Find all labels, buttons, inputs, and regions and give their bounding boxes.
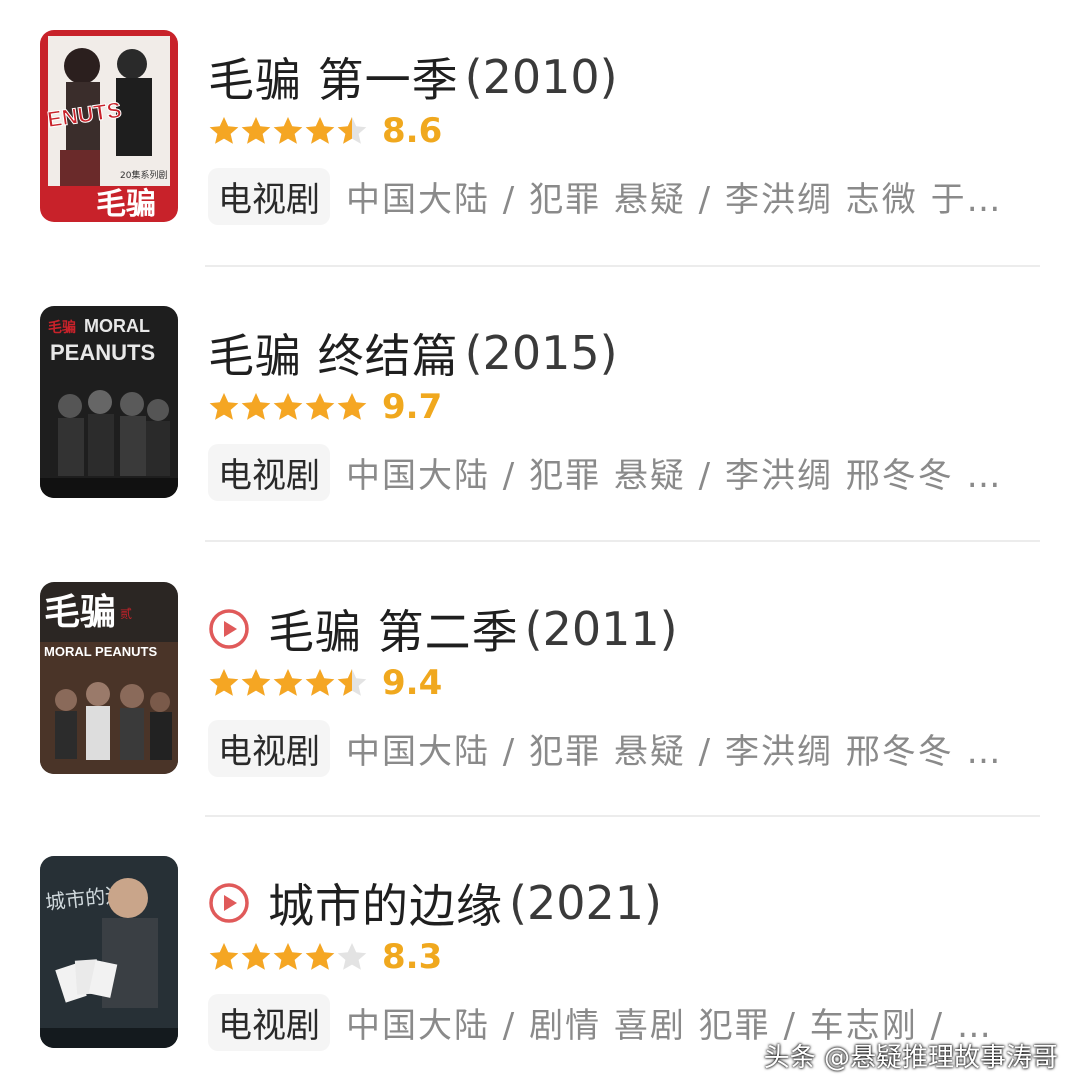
divider bbox=[205, 265, 1040, 267]
star-full-icon bbox=[209, 943, 239, 970]
star-full-icon bbox=[305, 943, 335, 970]
poster-image[interactable]: 毛骗 MORAL PEANUTS bbox=[40, 306, 178, 498]
category-tag: 电视剧 bbox=[208, 719, 330, 777]
meta-row: 电视剧 中国大陆 / 犯罪 悬疑 / 李洪绸 邢冬冬 … bbox=[208, 443, 1003, 501]
star-full-icon bbox=[209, 669, 239, 696]
star-full-icon bbox=[337, 393, 367, 420]
title-row: 毛骗 第二季 (2011) bbox=[208, 594, 678, 664]
watermark: 头条 @悬疑推理故事涛哥 bbox=[763, 1043, 1058, 1073]
title-row: 毛骗 第一季 (2010) bbox=[208, 42, 618, 112]
item-title[interactable]: 毛骗 终结篇 bbox=[208, 320, 459, 386]
divider bbox=[205, 540, 1040, 542]
star-full-icon bbox=[305, 669, 335, 696]
poster-badge-text: 贰 bbox=[120, 606, 132, 621]
item-meta: 中国大陆 / 犯罪 悬疑 / 李洪绸 志微 于… bbox=[346, 179, 1003, 220]
poster-badge-text: 毛骗 bbox=[48, 319, 76, 336]
list-item[interactable]: ENUTS 20集系列剧 毛骗 毛骗 第一季 (2010) 8.6 电视剧 中国… bbox=[0, 30, 1080, 230]
star-rating bbox=[208, 667, 368, 699]
title-row: 城市的边缘 (2021) bbox=[208, 868, 662, 938]
star-full-icon bbox=[305, 393, 335, 420]
star-full-icon bbox=[241, 117, 271, 144]
star-full-icon bbox=[209, 393, 239, 420]
poster-caption: 20集系列剧 bbox=[120, 169, 167, 181]
star-full-icon bbox=[209, 117, 239, 144]
rating-row: 8.3 bbox=[208, 934, 442, 980]
star-rating bbox=[208, 941, 368, 973]
list-item[interactable]: 毛骗 MORAL PEANUTS 毛骗 终结篇 (2015) 9.7 电视剧 中… bbox=[0, 306, 1080, 506]
category-tag: 电视剧 bbox=[208, 167, 330, 225]
star-rating bbox=[208, 391, 368, 423]
rating-score: 9.4 bbox=[382, 663, 443, 703]
rating-score: 8.3 bbox=[382, 937, 443, 977]
item-title[interactable]: 毛骗 第二季 bbox=[268, 596, 519, 662]
item-meta: 中国大陆 / 犯罪 悬疑 / 李洪绸 邢冬冬 … bbox=[346, 455, 1003, 496]
item-year: (2021) bbox=[509, 876, 662, 930]
meta-row: 电视剧 中国大陆 / 犯罪 悬疑 / 李洪绸 邢冬冬 … bbox=[208, 719, 1003, 777]
item-year: (2011) bbox=[524, 602, 678, 656]
rating-row: 8.6 bbox=[208, 108, 442, 154]
star-empty-icon bbox=[337, 943, 367, 970]
list-item[interactable]: 毛骗 贰 MORAL PEANUTS 毛骗 第二季 (2011) 9.4 电视剧… bbox=[0, 582, 1080, 782]
poster-title-text: MORAL bbox=[84, 316, 150, 336]
item-meta: 中国大陆 / 犯罪 悬疑 / 李洪绸 邢冬冬 … bbox=[346, 731, 1003, 772]
poster-subtitle-text: PEANUTS bbox=[50, 340, 155, 365]
rating-row: 9.4 bbox=[208, 660, 442, 706]
poster-image[interactable]: 城市的边缘 bbox=[40, 856, 178, 1048]
category-tag: 电视剧 bbox=[208, 443, 330, 501]
item-year: (2015) bbox=[464, 326, 618, 380]
star-full-icon bbox=[241, 393, 271, 420]
list-item[interactable]: 城市的边缘 城市的边缘 (2021) 8.3 电视剧 中国大陆 / 剧情 喜剧 bbox=[0, 856, 1080, 1056]
item-title[interactable]: 毛骗 第一季 bbox=[208, 44, 459, 110]
star-full-icon bbox=[273, 943, 303, 970]
poster-title-text: 毛骗 bbox=[96, 187, 156, 222]
poster-subtitle-text: MORAL PEANUTS bbox=[44, 644, 157, 659]
meta-row: 电视剧 中国大陆 / 犯罪 悬疑 / 李洪绸 志微 于… bbox=[208, 167, 1003, 225]
item-year: (2010) bbox=[464, 50, 618, 104]
rating-row: 9.7 bbox=[208, 384, 442, 430]
play-icon[interactable] bbox=[208, 882, 250, 924]
star-full-icon bbox=[273, 117, 303, 144]
poster-title-text: 毛骗 bbox=[44, 592, 116, 633]
category-tag: 电视剧 bbox=[208, 993, 330, 1051]
star-half-icon bbox=[337, 117, 367, 144]
star-full-icon bbox=[241, 669, 271, 696]
play-icon[interactable] bbox=[208, 608, 250, 650]
star-rating bbox=[208, 115, 368, 147]
star-full-icon bbox=[305, 117, 335, 144]
divider bbox=[205, 815, 1040, 817]
poster-image[interactable]: 毛骗 贰 MORAL PEANUTS bbox=[40, 582, 178, 774]
rating-score: 9.7 bbox=[382, 387, 443, 427]
poster-image[interactable]: ENUTS 20集系列剧 毛骗 bbox=[40, 30, 178, 222]
star-half-icon bbox=[337, 669, 367, 696]
item-title[interactable]: 城市的边缘 bbox=[268, 870, 503, 936]
star-full-icon bbox=[241, 943, 271, 970]
title-row: 毛骗 终结篇 (2015) bbox=[208, 318, 618, 388]
star-full-icon bbox=[273, 393, 303, 420]
rating-score: 8.6 bbox=[382, 111, 443, 151]
star-full-icon bbox=[273, 669, 303, 696]
